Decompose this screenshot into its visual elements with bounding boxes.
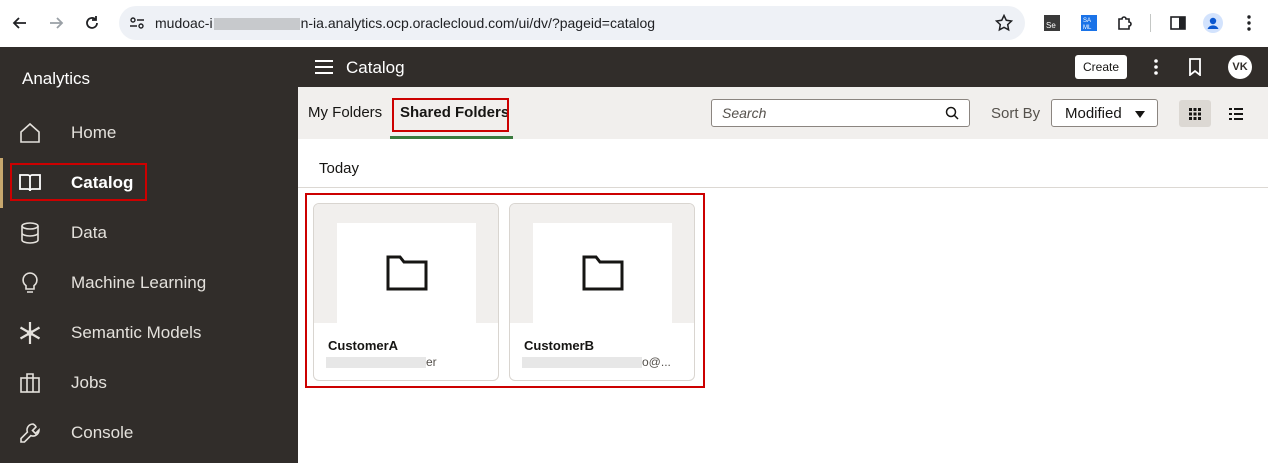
sidebar-item-machine-learning[interactable]: Machine Learning	[0, 258, 298, 308]
sidebar-item-label: Semantic Models	[71, 323, 202, 342]
browser-menu-button[interactable]	[1238, 12, 1260, 34]
bookmark-icon[interactable]	[1188, 58, 1202, 76]
sidebar-item-label: Jobs	[71, 373, 107, 392]
database-icon	[21, 222, 39, 244]
reload-button[interactable]	[76, 7, 108, 39]
selenium-icon: Se	[1044, 15, 1060, 31]
catalog-annotation-box	[10, 163, 147, 201]
sort-by-label: Sort By	[991, 105, 1041, 122]
folders-annotation-box	[305, 193, 705, 388]
sidebar-item-jobs[interactable]: Jobs	[0, 358, 298, 408]
sort-value: Modified	[1065, 104, 1122, 122]
selenium-extension-button[interactable]: Se	[1041, 12, 1063, 34]
catalog-toolbar: My Folders Shared Folders Sort By Modifi…	[298, 87, 1268, 139]
sidebar-item-label: Data	[71, 223, 107, 242]
saml-extension-button[interactable]: SA ML	[1078, 12, 1100, 34]
caret-down-icon	[1135, 111, 1145, 118]
sidebar-title: Analytics	[22, 69, 91, 88]
sidebar-item-label: Machine Learning	[71, 273, 207, 292]
lightbulb-icon	[22, 272, 38, 293]
list-view-button[interactable]	[1222, 100, 1250, 127]
toolbar-divider	[1150, 14, 1151, 32]
svg-text:Se: Se	[1046, 21, 1056, 30]
sidebar-item-label: Home	[71, 123, 117, 142]
sidebar-item-semantic-models[interactable]: Semantic Models	[0, 308, 298, 358]
sidebar-item-label: Console	[71, 423, 134, 442]
snowflake-icon	[19, 322, 41, 344]
kebab-menu-icon	[1247, 15, 1251, 31]
jobs-icon	[20, 373, 40, 393]
sort-dropdown[interactable]: Modified	[1051, 99, 1158, 127]
back-button[interactable]	[4, 7, 36, 39]
tab-my-folders[interactable]: My Folders	[308, 104, 382, 121]
svg-text:ML: ML	[1083, 25, 1092, 31]
sidebar-item-data[interactable]: Data	[0, 208, 298, 258]
svg-text:SA: SA	[1083, 18, 1091, 24]
reload-icon	[86, 16, 98, 29]
section-divider	[298, 187, 1268, 188]
sidebar-item-console[interactable]: Console	[0, 408, 298, 458]
browser-toolbar: mudoac-i n-ia.analytics.ocp.oraclecloud.c…	[0, 0, 1268, 47]
address-bar[interactable]: mudoac-i n-ia.analytics.ocp.oraclecloud.c…	[119, 6, 1025, 40]
profile-button[interactable]	[1202, 12, 1224, 34]
url-text: mudoac-i n-ia.analytics.ocp.oraclecloud.c…	[155, 15, 656, 31]
sidebar-item-home[interactable]: Home	[0, 108, 298, 158]
saml-icon: SAML	[1081, 15, 1097, 31]
site-settings-icon[interactable]	[129, 15, 145, 31]
arrow-right-icon	[50, 17, 64, 29]
app-header: Catalog Create VK	[298, 47, 1268, 87]
more-options-icon[interactable]	[1148, 57, 1164, 77]
redacted-block	[213, 18, 300, 31]
forward-button[interactable]	[40, 7, 72, 39]
user-avatar[interactable]: VK	[1228, 55, 1252, 79]
shared-folders-annotation-box	[392, 98, 509, 132]
page-title: Catalog	[346, 58, 405, 77]
create-button[interactable]: Create	[1075, 55, 1127, 79]
extensions-button[interactable]	[1114, 12, 1136, 34]
profile-icon	[1203, 13, 1223, 33]
side-panel-icon	[1170, 16, 1186, 30]
hamburger-menu-icon[interactable]	[315, 59, 333, 75]
catalog-content: Today CustomerA er CustomerB o@...	[298, 139, 1268, 463]
home-icon	[20, 122, 40, 143]
section-title: Today	[319, 160, 360, 177]
list-icon	[1229, 107, 1243, 120]
wrench-icon	[20, 423, 40, 443]
bookmark-star-icon[interactable]	[995, 14, 1013, 32]
puzzle-icon	[1118, 16, 1132, 30]
sidebar: Analytics Home Catalog Data Machine Lear…	[0, 47, 298, 463]
side-panel-button[interactable]	[1167, 12, 1189, 34]
arrow-left-icon	[12, 17, 26, 29]
search-icon[interactable]	[945, 106, 959, 120]
search-input[interactable]	[722, 100, 942, 126]
grid-icon	[1189, 107, 1201, 120]
grid-view-button[interactable]	[1179, 100, 1211, 127]
search-field[interactable]	[711, 99, 970, 127]
